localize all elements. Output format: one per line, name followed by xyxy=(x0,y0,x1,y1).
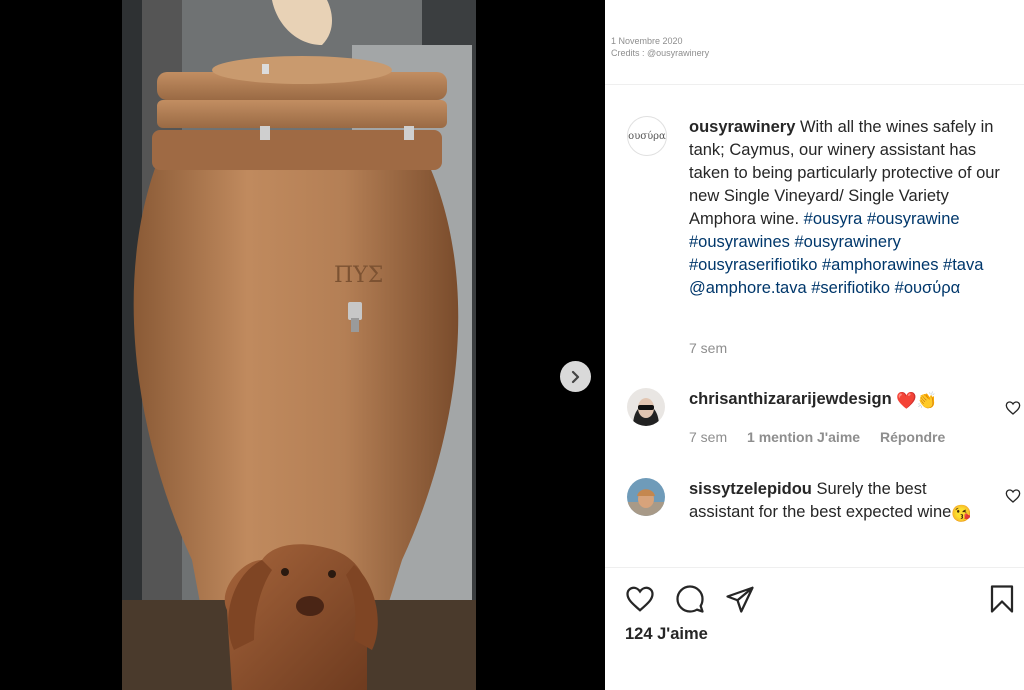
media-pane: ΠΥΣ xyxy=(0,0,605,690)
comment-emoji: ❤️👏 xyxy=(896,392,938,410)
heart-icon[interactable] xyxy=(1005,400,1021,416)
comment-text: chrisanthizararijewdesign ❤️👏 xyxy=(689,388,979,413)
heart-icon[interactable] xyxy=(1005,488,1021,504)
avatar[interactable] xyxy=(627,388,665,426)
divider xyxy=(605,567,1024,568)
share-icon xyxy=(726,586,754,613)
carousel-next-button[interactable] xyxy=(560,361,591,392)
share-button[interactable] xyxy=(723,582,757,616)
chevron-right-icon xyxy=(571,370,579,383)
reply-button[interactable]: Répondre xyxy=(880,429,945,445)
post-time[interactable]: 7 sem xyxy=(689,340,727,356)
like-count[interactable]: 124 J'aime xyxy=(625,625,708,644)
amphora-illustration: ΠΥΣ xyxy=(122,0,476,690)
post-photo[interactable]: ΠΥΣ xyxy=(122,0,476,690)
avatar-logo-text: ουσύρα xyxy=(628,130,666,142)
avatar[interactable]: ουσύρα xyxy=(627,116,667,156)
post-meta: 1 Novembre 2020 Credits : @ousyrawinery xyxy=(611,35,709,59)
heart-icon xyxy=(626,586,654,612)
post-credits: Credits : @ousyrawinery xyxy=(611,48,710,58)
post-panel: 1 Novembre 2020 Credits : @ousyrawinery … xyxy=(605,0,1024,690)
comment-username[interactable]: sissytzelepidou xyxy=(689,480,812,498)
comment-icon xyxy=(676,585,704,613)
comment-time[interactable]: 7 sem xyxy=(689,429,727,445)
save-button[interactable] xyxy=(985,582,1019,616)
comment-text: sissytzelepidou Surely the best assistan… xyxy=(689,478,979,526)
post-username[interactable]: ousyrawinery xyxy=(689,118,795,136)
comment-meta: 7 sem 1 mention J'aime Répondre xyxy=(689,429,961,445)
like-button[interactable] xyxy=(623,582,657,616)
comment-emoji: 😘 xyxy=(951,505,972,523)
divider xyxy=(605,84,1024,85)
caption: ousyrawinery With all the wines safely i… xyxy=(689,116,1015,300)
comment-likes[interactable]: 1 mention J'aime xyxy=(747,429,860,445)
comment-button[interactable] xyxy=(673,582,707,616)
user-avatar-image xyxy=(627,388,665,426)
bookmark-icon xyxy=(990,585,1014,613)
user-avatar-image xyxy=(627,478,665,516)
comment-username[interactable]: chrisanthizararijewdesign xyxy=(689,390,892,408)
avatar[interactable] xyxy=(627,478,665,516)
action-bar xyxy=(623,582,1014,618)
post-date: 1 Novembre 2020 xyxy=(611,36,683,46)
svg-text:ΠΥΣ: ΠΥΣ xyxy=(334,263,383,288)
